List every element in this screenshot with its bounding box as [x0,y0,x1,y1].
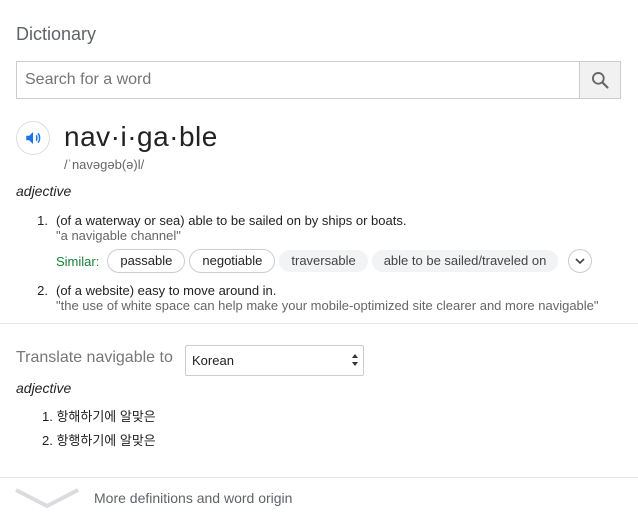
search-bar [16,61,621,99]
translation-item: 2. 항행하기에 알맞은 [42,430,156,449]
language-select[interactable]: Korean [185,345,364,376]
phonetic: /ˈnavəɡəb(ə)l/ [64,157,145,172]
similar-label: Similar: [56,253,100,269]
sense-definition: (of a waterway or sea) able to be sailed… [56,213,407,228]
translate-part-of-speech: adjective [16,380,72,396]
translation-number: 2. [42,433,53,448]
similar-chip[interactable]: able to be sailed/traveled on [371,250,559,272]
similar-chip[interactable]: passable [107,249,186,273]
translate-label: Translate navigable to [16,349,173,366]
expand-similar-button[interactable] [568,249,593,273]
headword: nav·i·ga·ble [64,121,218,152]
translation-item: 1. 항해하기에 알맞은 [42,406,156,425]
dictionary-card: Dictionary nav·i·ga·ble /ˈnavəɡəb(ə)l/ a… [0,0,638,518]
sense-example: "a navigable channel" [56,228,181,243]
language-select-value: Korean [192,353,234,368]
similar-chip[interactable]: negotiable [189,249,276,273]
pronounce-button[interactable] [16,121,50,155]
chevron-down-icon [575,258,585,265]
search-button[interactable] [579,62,620,98]
speaker-icon [26,132,41,144]
sense-number: 1. [37,213,48,228]
part-of-speech: adjective [16,183,72,199]
chevron-down-icon [15,488,79,508]
divider [0,323,638,324]
sense-definition: (of a website) easy to move around in. [56,283,277,298]
sense-number: 2. [37,283,48,298]
section-title: Dictionary [16,24,97,44]
translation-text: 항행하기에 알맞은 [56,433,156,448]
more-definitions-label: More definitions and word origin [94,490,293,506]
search-icon [592,72,609,89]
similar-chip[interactable]: traversable [279,250,368,272]
more-definitions-link[interactable]: More definitions and word origin [0,478,638,518]
translation-number: 1. [42,409,53,424]
similar-row: Similar: passable negotiable traversable… [56,249,593,273]
translation-text: 항해하기에 알맞은 [56,409,156,424]
select-arrows-icon [352,354,358,366]
sense-example: "the use of white space can help make yo… [56,298,599,313]
search-input[interactable] [17,62,579,98]
